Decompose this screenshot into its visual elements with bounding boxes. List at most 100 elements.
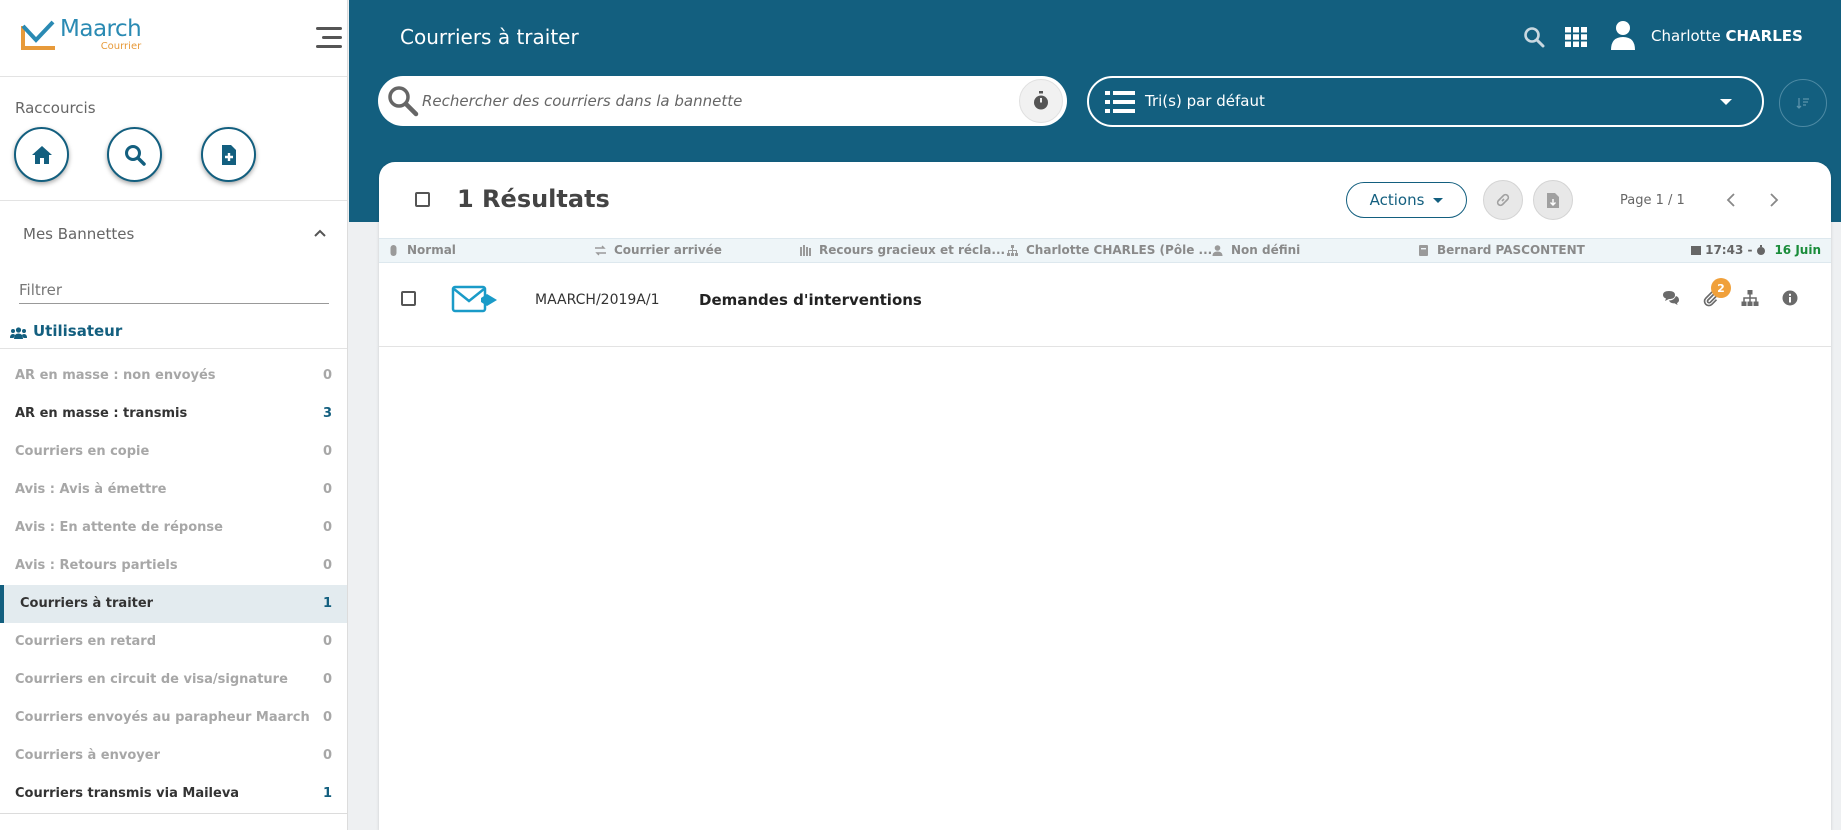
- basket-count: 0: [322, 710, 332, 725]
- incoming-mail-icon: [451, 285, 497, 313]
- basket-count: 0: [322, 634, 332, 649]
- logo-area: Maarch Courrier: [0, 0, 347, 77]
- header-search-icon[interactable]: [1523, 26, 1545, 48]
- baskets-title: Mes Bannettes: [23, 225, 135, 243]
- search-icon: [124, 144, 146, 166]
- basket-count: 1: [322, 596, 332, 611]
- basket-label: AR en masse : non envoyés: [15, 368, 216, 383]
- basket-item[interactable]: Courriers transmis via Maileva 1: [0, 775, 347, 813]
- sort-label: Tri(s) par défaut: [1145, 92, 1265, 110]
- user-icon[interactable]: [1610, 20, 1636, 50]
- home-shortcut-button[interactable]: [14, 127, 69, 182]
- logo-subtitle: Courrier: [100, 41, 142, 52]
- basket-filter-input[interactable]: [19, 276, 329, 304]
- user-name[interactable]: Charlotte CHARLES: [1651, 27, 1803, 45]
- group-label: Utilisateur: [33, 322, 123, 340]
- basket-label: Courriers en circuit de visa/signature: [15, 672, 288, 687]
- time-label: 17:43 -: [1705, 243, 1753, 257]
- basket-item[interactable]: AR en masse : non envoyés 0: [0, 357, 347, 395]
- basket-label: Courriers en copie: [15, 444, 150, 459]
- basket-item[interactable]: Avis : Avis à émettre 0: [0, 471, 347, 509]
- basket-count: 0: [322, 558, 332, 573]
- exchange-icon: [595, 245, 606, 255]
- maarch-logo[interactable]: Maarch Courrier: [20, 18, 142, 52]
- basket-item[interactable]: Courriers envoyés au parapheur Maarch 0: [0, 699, 347, 737]
- assignee-label: Non défini: [1231, 243, 1301, 257]
- basket-label: Courriers à traiter: [20, 596, 154, 611]
- mail-metadata-row: Normal Courrier arrivée Recours gracieux…: [379, 238, 1831, 263]
- logo-mark-icon: [21, 20, 55, 50]
- search-box: [378, 76, 1067, 126]
- mail-search-input[interactable]: [422, 88, 992, 114]
- link-icon: [1496, 193, 1510, 207]
- sort-order-icon: [1796, 98, 1809, 109]
- basket-item[interactable]: Courriers en copie 0: [0, 433, 347, 471]
- meta-priority: Normal: [388, 243, 456, 257]
- home-icon: [31, 145, 52, 164]
- basket-list: AR en masse : non envoyés 0 AR en masse : …: [0, 357, 347, 813]
- sidebar: Maarch Courrier Raccourcis Mes Bannettes…: [0, 0, 348, 830]
- basket-item[interactable]: Courriers à envoyer 0: [0, 737, 347, 775]
- meta-date: 17:43 - 16 Juin: [1691, 243, 1821, 257]
- basket-count: 0: [322, 482, 332, 497]
- mail-row[interactable]: MAARCH/2019A/1 Demandes d'interventions …: [379, 264, 1831, 347]
- baskets-header[interactable]: Mes Bannettes: [0, 213, 347, 253]
- new-document-shortcut-button[interactable]: [201, 127, 256, 182]
- category-label: Courrier arrivée: [614, 243, 722, 257]
- info-icon: [1782, 290, 1798, 306]
- basket-item[interactable]: Courriers à traiter 1: [0, 585, 347, 623]
- comments-icon: [1663, 291, 1679, 305]
- address-book-icon: [1419, 244, 1428, 256]
- priority-icon: [390, 244, 397, 256]
- mail-row-checkbox[interactable]: [401, 291, 416, 306]
- sort-order-button[interactable]: [1779, 79, 1827, 127]
- actions-button[interactable]: Actions: [1346, 182, 1467, 218]
- chevron-right-icon[interactable]: [1765, 192, 1781, 208]
- menu-toggle-icon[interactable]: [316, 27, 342, 49]
- chevron-left-icon[interactable]: [1724, 192, 1740, 208]
- contact-label: Bernard PASCONTENT: [1437, 243, 1585, 257]
- group-header-utilisateur[interactable]: Utilisateur: [0, 318, 347, 349]
- basket-item[interactable]: Courriers en circuit de visa/signature 0: [0, 661, 347, 699]
- export-button[interactable]: [1533, 180, 1573, 220]
- timer-button[interactable]: [1019, 79, 1063, 123]
- list-icon: [1105, 91, 1135, 113]
- priority-label: Normal: [407, 243, 456, 257]
- select-all-checkbox[interactable]: [415, 192, 430, 207]
- basket-item[interactable]: Avis : En attente de réponse 0: [0, 509, 347, 547]
- basket-label: Courriers à envoyer: [15, 748, 160, 763]
- notes-button[interactable]: [1662, 289, 1680, 307]
- actions-label: Actions: [1369, 191, 1425, 209]
- basket-count: 0: [322, 444, 332, 459]
- caret-down-icon: [1433, 197, 1444, 203]
- search-shortcut-button[interactable]: [107, 127, 162, 182]
- diffusion-button[interactable]: [1741, 289, 1759, 307]
- basket-label: Courriers en retard: [15, 634, 157, 649]
- sort-select[interactable]: Tri(s) par défaut: [1087, 76, 1764, 127]
- attachments-count-badge: 2: [1711, 278, 1731, 298]
- basket-item[interactable]: Avis : Retours partiels 0: [0, 547, 347, 585]
- destination-label: Charlotte CHARLES (Pôle ...: [1026, 243, 1213, 257]
- shortcuts-section: Raccourcis: [0, 77, 347, 201]
- user-last-name: CHARLES: [1725, 27, 1803, 45]
- stopwatch-icon: [1757, 245, 1766, 255]
- link-button[interactable]: [1483, 180, 1523, 220]
- basket-count: 0: [322, 748, 332, 763]
- page-info: Page 1 / 1: [1620, 193, 1685, 208]
- chevron-up-icon[interactable]: [313, 228, 327, 238]
- basket-item[interactable]: AR en masse : transmis 3: [0, 395, 347, 433]
- mail-reference: MAARCH/2019A/1: [535, 292, 660, 308]
- meta-doctype: Recours gracieux et récla...: [800, 243, 1005, 257]
- divider: [0, 813, 347, 814]
- basket-label: Avis : Retours partiels: [15, 558, 178, 573]
- archive-icon: [800, 244, 811, 256]
- meta-destination: Charlotte CHARLES (Pôle ...: [1007, 243, 1212, 257]
- results-panel: 1 Résultats Actions Page 1 / 1 Normal Co…: [379, 162, 1831, 830]
- apps-grid-icon[interactable]: [1565, 27, 1587, 47]
- basket-label: AR en masse : transmis: [15, 406, 188, 421]
- info-button[interactable]: [1781, 289, 1799, 307]
- basket-item[interactable]: Courriers en retard 0: [0, 623, 347, 661]
- user-first-name: Charlotte: [1651, 27, 1721, 45]
- day-label: 16 Juin: [1774, 243, 1821, 257]
- mail-subject[interactable]: Demandes d'interventions: [699, 291, 922, 309]
